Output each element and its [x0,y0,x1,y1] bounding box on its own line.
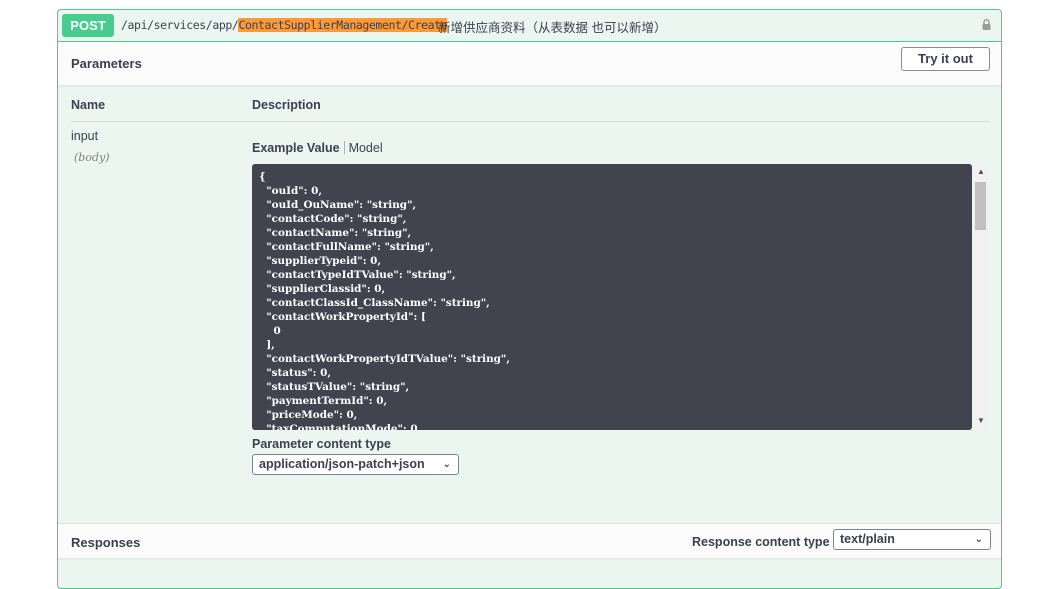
example-value-code[interactable]: { "ouId": 0, "ouId_OuName": "string", "c… [252,164,972,430]
response-content-type-label: Response content type [692,535,830,549]
example-json: { "ouId": 0, "ouId_OuName": "string", "c… [259,171,510,430]
chevron-down-icon: ⌄ [442,459,451,470]
parameters-header: Parameters Try it out [58,42,1001,85]
try-it-out-button[interactable]: Try it out [901,47,990,71]
code-scrollbar-thumb[interactable] [975,182,986,230]
parameters-title: Parameters [71,56,142,71]
example-tabs: Example Value Model [252,141,383,155]
operation-summary[interactable]: POST /api/services/app/ContactSupplierMa… [58,10,1001,42]
method-badge: POST [62,14,114,37]
responses-title: Responses [71,535,141,550]
table-divider [71,121,989,122]
path-highlight: ContactSupplierManagement/Create [238,18,448,32]
column-description-header: Description [252,98,321,112]
tab-model[interactable]: Model [349,141,383,155]
scroll-up-arrow-icon[interactable]: ▲ [976,167,986,177]
responses-header: Responses Response content type text/pla… [58,523,1001,558]
parameter-name: input [71,129,99,143]
path-prefix: /api/services/app/ [121,18,239,32]
operation-description: 新增供应商资料（从表数据 也可以新增） [438,21,667,35]
parameter-content-type-select[interactable]: application/json-patch+json ⌄ [252,454,459,475]
parameter-location: (body) [74,151,110,164]
response-content-type-select[interactable]: text/plain ⌄ [833,529,991,550]
tab-example-value[interactable]: Example Value [252,141,340,155]
chevron-down-icon: ⌄ [974,534,983,545]
parameter-content-type-value: application/json-patch+json [259,457,425,471]
parameter-content-type-label: Parameter content type [252,437,391,451]
column-name-header: Name [71,98,106,112]
scroll-down-arrow-icon[interactable]: ▼ [976,416,986,426]
operation-path: /api/services/app/ContactSupplierManagem… [121,18,448,32]
tab-separator [343,141,345,154]
operation-block-post: POST /api/services/app/ContactSupplierMa… [57,9,1002,589]
response-content-type-value: text/plain [840,532,895,546]
lock-icon[interactable] [982,19,991,30]
